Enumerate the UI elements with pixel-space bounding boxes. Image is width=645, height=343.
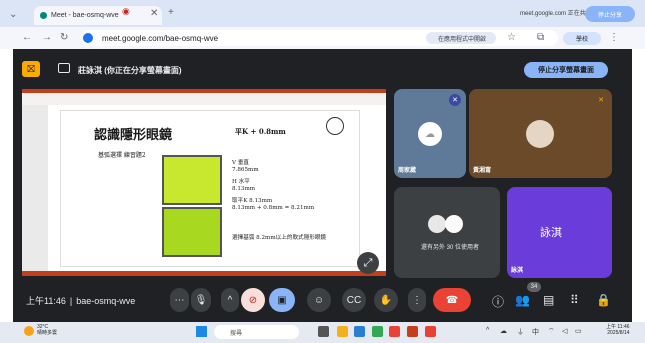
- tray-overflow-icon[interactable]: ^: [486, 327, 489, 334]
- screen-share-alert-icon: ⛝: [22, 61, 40, 77]
- keratometer-image-bottom: [162, 207, 222, 257]
- start-icon[interactable]: [196, 326, 207, 337]
- activities-icon[interactable]: ⠿: [570, 293, 579, 307]
- browser-menu-icon[interactable]: ⋮: [609, 32, 619, 43]
- meeting-code: bae-osmq-wve: [76, 296, 136, 306]
- mic-button[interactable]: 🎙: [191, 288, 211, 312]
- slide-footer: 選擇基弧 8.2mm以上的軟式隱形眼鏡: [232, 235, 327, 241]
- recording-dot-icon: ◉: [122, 6, 130, 16]
- raise-hand-button[interactable]: ✋: [374, 288, 398, 312]
- bookmark-star-icon[interactable]: ☆: [507, 32, 516, 43]
- chrome-icon[interactable]: [372, 326, 383, 337]
- camera-off-button[interactable]: ⊘: [241, 288, 265, 312]
- powerpoint-titlebar: [22, 89, 386, 93]
- participant-name: 詠淇: [511, 268, 524, 274]
- app-icon[interactable]: [389, 326, 400, 337]
- chat-icon[interactable]: ▤: [543, 293, 554, 307]
- tab-search-icon[interactable]: ⌄: [9, 9, 17, 20]
- weather-widget[interactable]: 32°C 晴時多雲: [37, 324, 57, 336]
- stop-sharing-top-button[interactable]: 停止分享: [585, 6, 635, 22]
- clock-date: 2025/8/14: [607, 330, 630, 336]
- captions-button[interactable]: CC: [342, 288, 366, 312]
- meet-favicon-icon: [40, 12, 47, 19]
- slide-line: H 水平: [232, 179, 250, 185]
- slide-line: V 垂直: [232, 160, 250, 166]
- people-icon[interactable]: 👥: [515, 293, 530, 307]
- participants-badge: 34: [527, 282, 541, 292]
- slide-subtitle: 基弧選擇 練習題2: [98, 152, 146, 159]
- back-icon[interactable]: ←: [22, 32, 32, 43]
- reactions-button[interactable]: ☺: [307, 288, 331, 312]
- slide-line: 8.13mm + 0.8mm = 8.21mm: [232, 205, 315, 211]
- url-text: meet.google.com/bae-osmq-wve: [102, 33, 219, 43]
- school-logo-icon: [326, 117, 344, 135]
- avatar: [428, 215, 446, 233]
- avatar: [526, 120, 554, 148]
- mic-tray-icon[interactable]: ⏚: [517, 327, 524, 337]
- slide-k-line: 平K + 0.8mm: [235, 127, 286, 136]
- slide-line: 取平K 8.13mm: [232, 198, 273, 204]
- mic-off-icon: ✕: [449, 94, 461, 106]
- battery-icon[interactable]: ▭: [575, 327, 582, 335]
- participant-name: 黃湘甯: [473, 168, 492, 174]
- search-placeholder: 搜尋: [230, 330, 243, 337]
- line-app-icon[interactable]: [354, 326, 365, 337]
- clock[interactable]: 上午 11:46 2025/8/14: [606, 324, 630, 336]
- meeting-info: 上午11:46 | bae-osmq-wve: [26, 294, 139, 307]
- slide-title: 認識隱形眼鏡: [94, 128, 173, 143]
- slide-line: 7.865mm: [232, 167, 259, 173]
- participant-name: 周家葳: [398, 168, 417, 174]
- separator: |: [69, 296, 73, 306]
- present-button[interactable]: ▣: [269, 288, 295, 312]
- close-tab-icon[interactable]: ✕: [150, 8, 158, 19]
- share-banner: 莊詠淇 (你正在分享螢幕畫面): [78, 66, 182, 75]
- browser-tab[interactable]: Meet - bae-osmq-wve: [34, 6, 162, 25]
- task-view-icon[interactable]: [318, 326, 329, 337]
- slide-thumbnails: [22, 105, 48, 271]
- new-tab-icon[interactable]: +: [168, 7, 174, 18]
- slide-body: V 垂直 7.865mm H 水平 8.13mm 取平K 8.13mm 8.13…: [232, 160, 382, 212]
- powerpoint-icon[interactable]: [407, 326, 418, 337]
- slide-line: 8.13mm: [232, 186, 256, 192]
- volume-icon[interactable]: ◁: [562, 327, 567, 335]
- others-count-label: 還有另外 30 位使用者: [420, 245, 479, 251]
- open-in-app-button[interactable]: 在應用程式中開啟: [426, 32, 496, 44]
- expand-icon[interactable]: ⤢: [357, 252, 379, 274]
- host-controls-icon[interactable]: 🔒: [596, 293, 611, 307]
- meeting-time: 上午11:46: [26, 296, 66, 306]
- presenting-icon: [58, 63, 70, 73]
- weather-icon[interactable]: [24, 326, 34, 336]
- reload-icon[interactable]: ↻: [60, 32, 68, 43]
- self-name-label: 詠淇: [540, 227, 562, 239]
- leave-call-button[interactable]: ☎: [433, 288, 471, 312]
- others-tile[interactable]: [394, 187, 500, 278]
- keratometer-image-top: [162, 155, 222, 205]
- wifi-icon[interactable]: ⌔: [548, 327, 555, 336]
- site-info-icon[interactable]: [83, 33, 93, 43]
- stop-share-button[interactable]: 停止分享螢幕畫面: [524, 62, 608, 78]
- mic-off-icon: ✕: [598, 97, 604, 104]
- profile-button[interactable]: 學校: [563, 32, 601, 45]
- extensions-icon[interactable]: ⧉: [537, 32, 544, 43]
- forward-icon[interactable]: →: [42, 32, 52, 43]
- powerpoint-statusbar: [22, 271, 386, 276]
- avatar: ☁: [418, 122, 442, 146]
- avatar: [445, 215, 463, 233]
- more-audio-options-button[interactable]: ⋯: [170, 288, 189, 312]
- camera-options-button[interactable]: ^: [221, 288, 239, 312]
- weather-desc: 晴時多雲: [37, 330, 58, 336]
- app-icon[interactable]: [425, 326, 436, 337]
- taskbar-search[interactable]: 搜尋: [214, 325, 299, 339]
- info-icon[interactable]: ⓘ: [492, 293, 504, 310]
- file-explorer-icon[interactable]: [337, 326, 348, 337]
- tab-title: Meet - bae-osmq-wve: [51, 12, 119, 19]
- cloud-icon[interactable]: ☁: [500, 327, 507, 335]
- input-method-icon[interactable]: 中: [532, 327, 539, 337]
- more-options-button[interactable]: ⋮: [408, 288, 426, 312]
